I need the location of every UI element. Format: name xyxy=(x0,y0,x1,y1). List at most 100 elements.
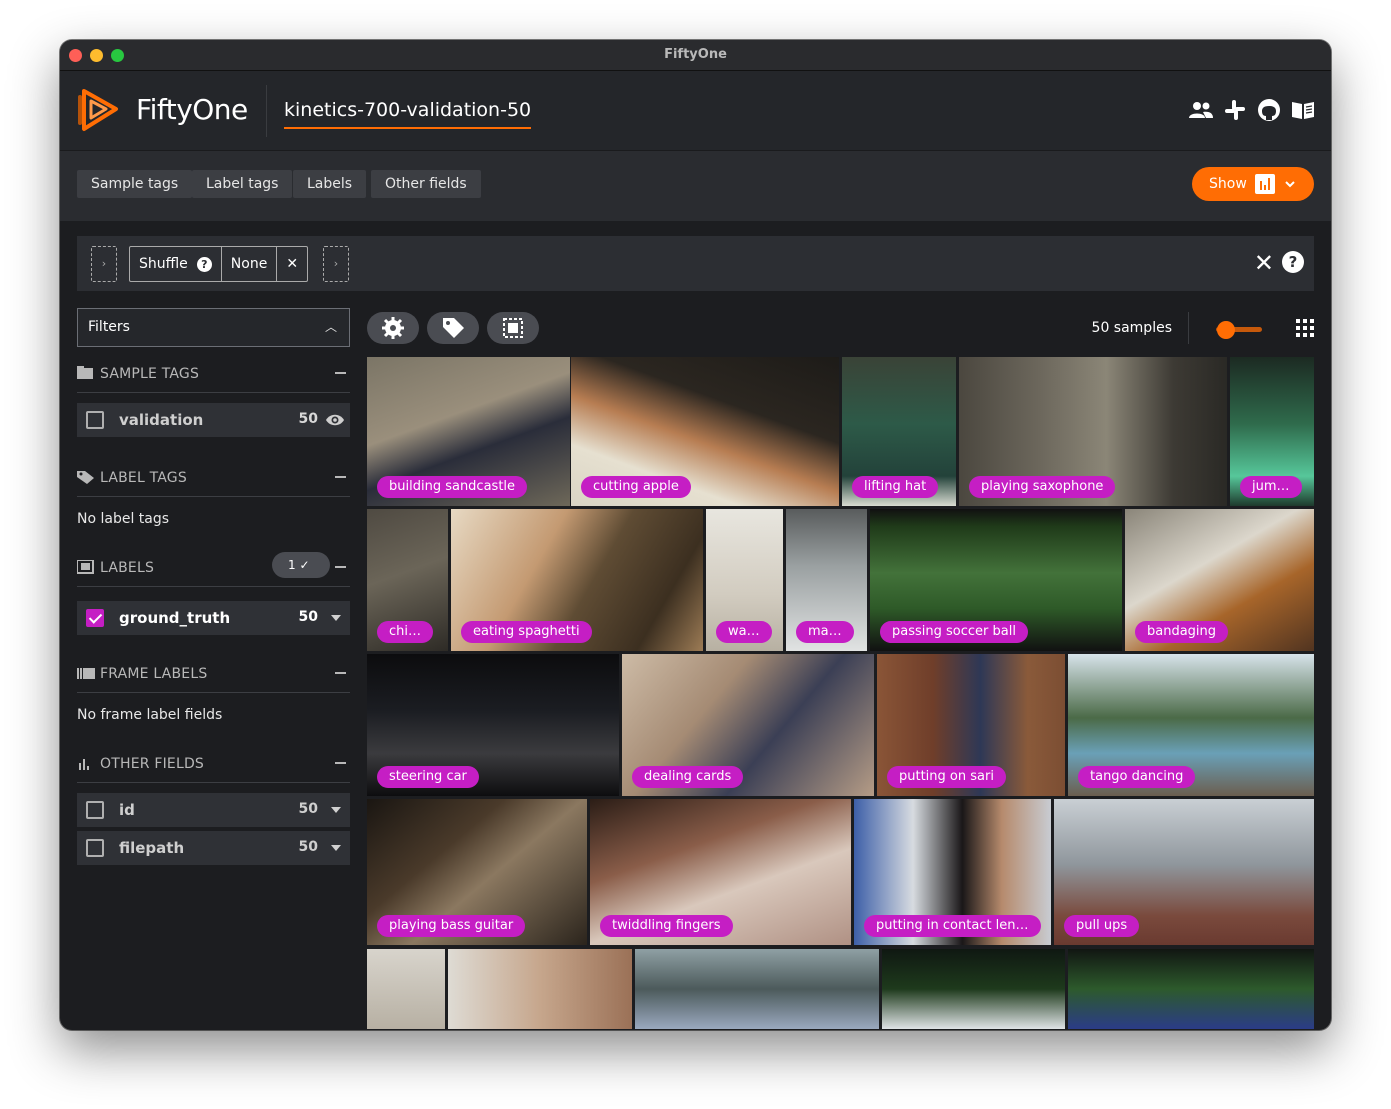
sample-tile[interactable]: tango dancing xyxy=(1067,653,1315,797)
collapse-icon[interactable] xyxy=(335,372,346,374)
select-button[interactable] xyxy=(487,312,539,344)
field-count: 50 xyxy=(298,801,318,817)
sample-tile[interactable]: lifting hat xyxy=(841,356,957,507)
gear-icon xyxy=(382,317,404,339)
stage-label: Shuffle xyxy=(139,256,188,272)
stage-delete-button[interactable]: ✕ xyxy=(277,247,307,281)
sample-label-pill: dealing cards xyxy=(632,766,744,788)
sample-tile[interactable]: playing bass guitar xyxy=(366,798,588,946)
stage-help-icon[interactable]: ? xyxy=(196,256,212,272)
slack-icon[interactable] xyxy=(1223,98,1247,122)
zoom-slider-handle[interactable] xyxy=(1217,321,1235,339)
field-checkbox[interactable] xyxy=(86,801,104,819)
sample-tag-name: validation xyxy=(119,411,204,429)
tag-icon xyxy=(77,366,93,379)
stage-name[interactable]: Shuffle ? xyxy=(130,247,222,281)
section-label-tags[interactable]: LABEL TAGS xyxy=(77,437,350,497)
section-title: FRAME LABELS xyxy=(100,666,208,682)
sample-tile[interactable] xyxy=(1067,948,1315,1030)
users-icon[interactable] xyxy=(1189,98,1213,122)
sample-tile[interactable]: pull ups xyxy=(1053,798,1315,946)
brand-name: FiftyOne xyxy=(136,93,248,126)
eye-icon[interactable] xyxy=(325,412,345,428)
sample-tile[interactable]: putting on sari xyxy=(876,653,1066,797)
field-row-id[interactable]: id 50 xyxy=(77,793,350,827)
collapse-icon[interactable] xyxy=(335,566,346,568)
section-frame-labels[interactable]: FRAME LABELS xyxy=(77,635,350,693)
field-row-filepath[interactable]: filepath 50 xyxy=(77,831,350,865)
section-title: LABELS xyxy=(100,560,155,576)
docs-icon[interactable] xyxy=(1291,98,1315,122)
tab-label-tags[interactable]: Label tags xyxy=(192,170,293,198)
collapse-icon[interactable] xyxy=(335,672,346,674)
sample-label-pill: playing saxophone xyxy=(969,476,1116,498)
github-icon[interactable] xyxy=(1257,98,1281,122)
section-title: OTHER FIELDS xyxy=(100,756,205,772)
filters-dropdown[interactable]: Filters ︿ xyxy=(77,308,350,347)
section-labels[interactable]: LABELS 1 ✓ xyxy=(77,535,350,587)
sample-tile[interactable] xyxy=(881,948,1066,1030)
sample-tag-row[interactable]: validation 50 xyxy=(77,403,350,437)
sample-tile[interactable]: putting in contact len… xyxy=(853,798,1052,946)
sample-tile[interactable]: chi… xyxy=(366,508,449,652)
sample-tile[interactable]: steering car xyxy=(366,653,620,797)
sample-tag-checkbox[interactable] xyxy=(86,411,104,429)
sample-tile[interactable] xyxy=(366,948,446,1030)
chevron-up-icon: ︿ xyxy=(324,320,337,334)
sidebar: Filters ︿ SAMPLE TAGS validation 50 LABE… xyxy=(77,308,350,865)
sample-tile[interactable]: passing soccer ball xyxy=(869,508,1123,652)
field-checkbox[interactable] xyxy=(86,839,104,857)
sample-tile[interactable]: eating spaghetti xyxy=(450,508,704,652)
sample-tile[interactable] xyxy=(447,948,633,1030)
show-button[interactable]: Show xyxy=(1192,167,1314,201)
sample-tile[interactable]: bandaging xyxy=(1124,508,1315,652)
label-field-row[interactable]: ground_truth 50 xyxy=(77,601,350,635)
settings-button[interactable] xyxy=(367,312,419,344)
tag-button[interactable] xyxy=(427,312,479,344)
sample-tile[interactable]: cutting apple xyxy=(570,356,840,507)
sample-tile[interactable]: playing saxophone xyxy=(958,356,1228,507)
clear-view-close-icon[interactable]: ✕ xyxy=(1254,251,1274,275)
tab-sample-tags[interactable]: Sample tags xyxy=(77,170,193,198)
sample-tile[interactable]: building sandcastle xyxy=(366,356,571,507)
sample-tile[interactable]: jum… xyxy=(1229,356,1315,507)
active-labels-badge[interactable]: 1 ✓ xyxy=(272,552,330,578)
expand-caret-icon[interactable] xyxy=(331,807,341,813)
dataset-selector[interactable]: kinetics-700-validation-50 xyxy=(284,99,532,129)
expand-caret-icon[interactable] xyxy=(331,845,341,851)
sample-label-pill: steering car xyxy=(377,766,479,788)
chevron-down-icon xyxy=(1285,181,1295,188)
section-sample-tags[interactable]: SAMPLE TAGS xyxy=(77,347,350,393)
header-divider xyxy=(266,85,267,137)
toolbar-divider xyxy=(1188,312,1189,344)
add-stage-before-button[interactable]: › xyxy=(91,246,117,282)
stage-value[interactable]: None xyxy=(222,247,278,281)
app-header: FiftyOne kinetics-700-validation-50 xyxy=(60,71,1331,151)
expand-caret-icon[interactable] xyxy=(331,615,341,621)
label-field-checkbox[interactable] xyxy=(86,609,104,627)
sample-label-pill: cutting apple xyxy=(581,476,691,498)
selection-icon xyxy=(503,318,523,338)
collapse-icon[interactable] xyxy=(335,762,346,764)
bar-chart-icon xyxy=(1254,174,1275,194)
sample-label-pill: twiddling fingers xyxy=(600,915,733,937)
collapse-icon[interactable] xyxy=(335,476,346,478)
sample-tile[interactable]: dealing cards xyxy=(621,653,875,797)
tab-other-fields[interactable]: Other fields xyxy=(371,170,481,198)
sample-tile[interactable]: twiddling fingers xyxy=(589,798,852,946)
section-other-fields[interactable]: OTHER FIELDS xyxy=(77,731,350,783)
samples-count: 50 samples xyxy=(1091,320,1172,336)
grid-view-icon[interactable] xyxy=(1296,319,1314,337)
sample-tile[interactable] xyxy=(634,948,880,1030)
add-stage-after-button[interactable]: › xyxy=(323,246,349,282)
sample-label-pill: lifting hat xyxy=(852,476,939,498)
tab-labels[interactable]: Labels xyxy=(293,170,367,198)
view-stage-shuffle[interactable]: Shuffle ? None ✕ xyxy=(129,246,309,282)
sample-tile[interactable]: ma… xyxy=(785,508,868,652)
sample-tile[interactable]: wa… xyxy=(705,508,784,652)
sample-label-pill: wa… xyxy=(716,621,772,643)
label-field-name: ground_truth xyxy=(119,609,231,627)
title-bar: FiftyOne xyxy=(60,40,1331,71)
view-help-icon[interactable]: ? xyxy=(1282,251,1304,273)
fiftyone-logo-icon[interactable] xyxy=(76,87,122,133)
